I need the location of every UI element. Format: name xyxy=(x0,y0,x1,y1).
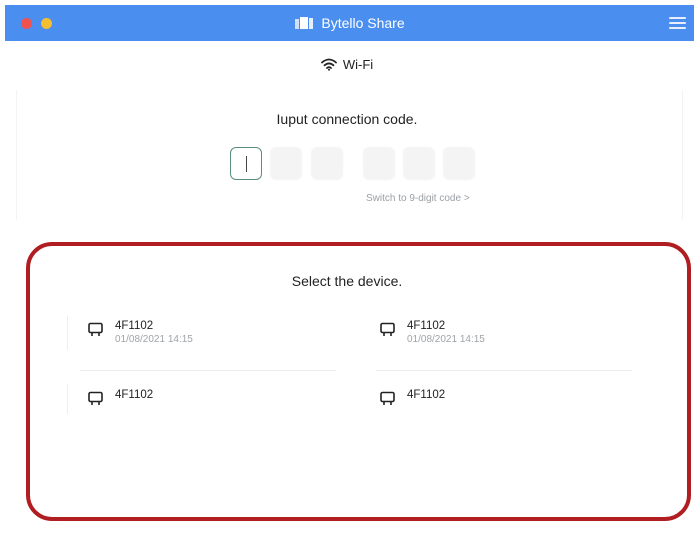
code-digit-input-1[interactable] xyxy=(230,147,262,180)
device-name: 4F1102 xyxy=(115,389,154,401)
code-digit-input-6[interactable] xyxy=(443,147,475,180)
row-divider-left xyxy=(67,384,68,414)
monitor-icon xyxy=(380,391,395,405)
device-selection-title: Select the device. xyxy=(291,273,403,289)
device-last-connected: 01/08/2021 14:15 xyxy=(115,334,193,345)
window-title-group: Bytello Share xyxy=(5,5,694,41)
code-digit-input-4[interactable] xyxy=(363,147,395,180)
network-status: Wi-Fi xyxy=(0,54,694,74)
device-divider xyxy=(376,370,632,371)
monitor-icon xyxy=(380,322,395,336)
title-bar: Bytello Share xyxy=(5,5,694,41)
wifi-icon xyxy=(320,58,337,71)
switch-code-length-link[interactable]: Switch to 9-digit code > xyxy=(366,193,470,204)
app-logo-icon xyxy=(295,17,314,29)
device-name: 4F1102 xyxy=(407,389,446,401)
connection-code-panel xyxy=(16,90,683,220)
row-divider-left xyxy=(67,316,68,350)
monitor-icon xyxy=(88,391,103,405)
device-last-connected: 01/08/2021 14:15 xyxy=(407,334,485,345)
code-digit-input-2[interactable] xyxy=(270,147,302,180)
hamburger-menu-icon[interactable] xyxy=(669,14,686,32)
window-title: Bytello Share xyxy=(321,15,405,31)
code-digit-input-5[interactable] xyxy=(403,147,435,180)
connection-code-title: Iuput connection code. xyxy=(276,111,418,127)
device-name: 4F1102 xyxy=(407,320,446,332)
device-divider xyxy=(80,370,336,371)
device-name: 4F1102 xyxy=(115,320,154,332)
network-label: Wi-Fi xyxy=(342,56,374,72)
monitor-icon xyxy=(88,322,103,336)
code-digit-input-3[interactable] xyxy=(311,147,343,180)
